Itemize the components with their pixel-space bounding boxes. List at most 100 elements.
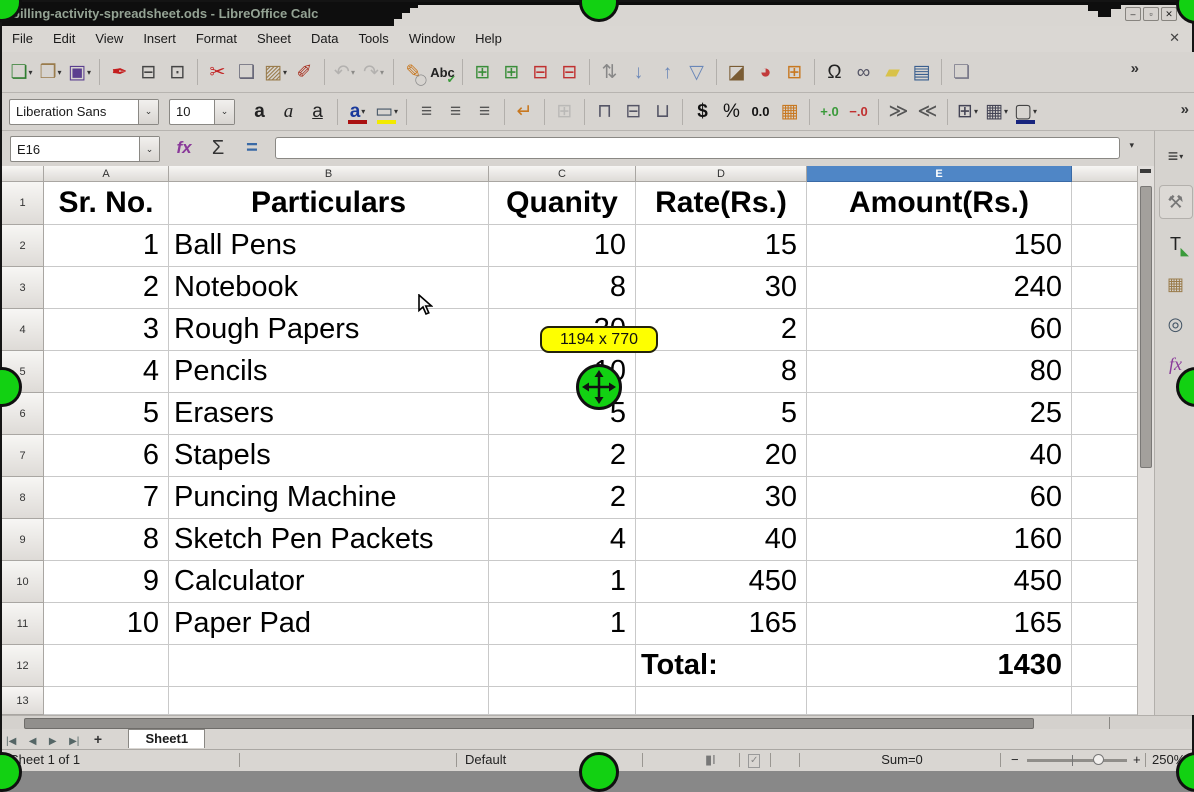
cell-filler-13[interactable] xyxy=(1072,687,1137,715)
column-header-b[interactable]: B xyxy=(169,166,489,182)
selection-mode-icon[interactable]: ▮Ι xyxy=(705,750,716,770)
row-header-2[interactable]: 2 xyxy=(2,225,44,267)
chevron-down-icon[interactable]: ▾ xyxy=(58,68,62,77)
format-date-icon[interactable]: ▦ xyxy=(775,97,804,127)
cell-A8[interactable]: 7 xyxy=(44,477,169,519)
cell-E7[interactable]: 40 xyxy=(807,435,1072,477)
chevron-down-icon[interactable]: ▾ xyxy=(361,107,365,116)
cell-E10[interactable]: 450 xyxy=(807,561,1072,603)
align-left-icon[interactable]: ≡ xyxy=(412,97,441,127)
minimize-button[interactable]: – xyxy=(1125,7,1141,21)
toolbar-overflow-icon[interactable]: » xyxy=(1131,60,1139,77)
cell-D11[interactable]: 165 xyxy=(636,603,807,645)
cell-A6[interactable]: 5 xyxy=(44,393,169,435)
row-header-6[interactable]: 6 xyxy=(2,393,44,435)
undo-icon[interactable]: ↶▾ xyxy=(330,57,359,87)
cell-C6[interactable]: 5 xyxy=(489,393,636,435)
headers-footers-icon[interactable]: ▤ xyxy=(907,57,936,87)
cell-filler-10[interactable] xyxy=(1072,561,1137,603)
spelling-icon[interactable]: Abc✔ xyxy=(428,57,457,87)
row-header-13[interactable]: 13 xyxy=(2,687,44,715)
chevron-down-icon[interactable]: ▾ xyxy=(87,68,91,77)
cell-E6[interactable]: 25 xyxy=(807,393,1072,435)
cell-C8[interactable]: 2 xyxy=(489,477,636,519)
decrease-indent-icon[interactable]: ≪ xyxy=(913,97,942,127)
document-modified-icon[interactable]: ✓ xyxy=(748,754,760,768)
maximize-button[interactable]: ▫ xyxy=(1143,7,1159,21)
cell-A2[interactable]: 1 xyxy=(44,225,169,267)
function-wizard-icon[interactable]: fx xyxy=(170,134,198,162)
menu-item-file[interactable]: File xyxy=(2,26,43,51)
cell-A3[interactable]: 2 xyxy=(44,267,169,309)
cell-E13[interactable] xyxy=(807,687,1072,715)
save-icon[interactable]: ▣▾ xyxy=(65,57,94,87)
menu-item-data[interactable]: Data xyxy=(301,26,348,51)
close-document-icon[interactable]: ✕ xyxy=(1169,30,1180,46)
special-character-icon[interactable]: Ω xyxy=(820,57,849,87)
chevron-down-icon[interactable]: ⌄ xyxy=(214,100,234,124)
zoom-level[interactable]: 250% xyxy=(1152,750,1185,770)
tab-sheet1[interactable]: Sheet1 xyxy=(128,729,205,748)
bold-icon[interactable]: a xyxy=(245,97,274,127)
add-decimal-icon[interactable]: +.0 xyxy=(815,97,844,127)
cell-E2[interactable]: 150 xyxy=(807,225,1072,267)
open-icon[interactable]: ❒▾ xyxy=(36,57,65,87)
chevron-down-icon[interactable]: ▾ xyxy=(351,68,355,77)
cell-D6[interactable]: 5 xyxy=(636,393,807,435)
cell-C2[interactable]: 10 xyxy=(489,225,636,267)
split-window-handle[interactable] xyxy=(1140,169,1151,173)
cell-D9[interactable]: 40 xyxy=(636,519,807,561)
cell-A4[interactable]: 3 xyxy=(44,309,169,351)
row-header-3[interactable]: 3 xyxy=(2,267,44,309)
define-print-area-icon[interactable]: ❏ xyxy=(947,57,976,87)
cell-filler-12[interactable] xyxy=(1072,645,1137,687)
menu-item-insert[interactable]: Insert xyxy=(133,26,186,51)
align-center-icon[interactable]: ≡ xyxy=(441,97,470,127)
cell-D4[interactable]: 2 xyxy=(636,309,807,351)
menu-item-tools[interactable]: Tools xyxy=(348,26,398,51)
cell-D10[interactable]: 450 xyxy=(636,561,807,603)
insert-comment-icon[interactable]: ▰ xyxy=(878,57,907,87)
cell-E9[interactable]: 160 xyxy=(807,519,1072,561)
cell-B2[interactable]: Ball Pens xyxy=(169,225,489,267)
delete-column-icon[interactable]: ⊟ xyxy=(555,57,584,87)
row-header-4[interactable]: 4 xyxy=(2,309,44,351)
cell-filler-1[interactable] xyxy=(1072,182,1137,225)
delete-decimal-icon[interactable]: −.0 xyxy=(844,97,873,127)
close-button[interactable]: ✕ xyxy=(1161,7,1177,21)
cell-B12[interactable] xyxy=(169,645,489,687)
insert-hyperlink-icon[interactable]: ∞ xyxy=(849,57,878,87)
column-header-a[interactable]: A xyxy=(44,166,169,182)
cell-D13[interactable] xyxy=(636,687,807,715)
menu-item-window[interactable]: Window xyxy=(399,26,465,51)
cell-B5[interactable]: Pencils xyxy=(169,351,489,393)
font-name-combobox[interactable]: Liberation Sans ⌄ xyxy=(9,99,159,125)
cell-C9[interactable]: 4 xyxy=(489,519,636,561)
zoom-out-icon[interactable]: − xyxy=(1011,750,1019,770)
new-document-icon[interactable]: ❏▾ xyxy=(7,57,36,87)
chevron-down-icon[interactable]: ▾ xyxy=(283,68,287,77)
cell-C12[interactable] xyxy=(489,645,636,687)
cell-E12[interactable]: 1430 xyxy=(807,645,1072,687)
chevron-down-icon[interactable]: ▾ xyxy=(1033,107,1037,116)
cell-C7[interactable]: 2 xyxy=(489,435,636,477)
cell-filler-2[interactable] xyxy=(1072,225,1137,267)
cell-filler-9[interactable] xyxy=(1072,519,1137,561)
formula-input[interactable] xyxy=(275,137,1120,159)
cell-B1[interactable]: Particulars xyxy=(169,182,489,225)
print-preview-icon[interactable]: ⊡ xyxy=(163,57,192,87)
sidebar-settings-icon[interactable]: ≡▾ xyxy=(1161,141,1190,171)
chevron-down-icon[interactable]: ▾ xyxy=(1004,107,1008,116)
copy-icon[interactable]: ❑ xyxy=(232,57,261,87)
cell-E1[interactable]: Amount(Rs.) xyxy=(807,182,1072,225)
cell-E3[interactable]: 240 xyxy=(807,267,1072,309)
clone-formatting-icon[interactable]: ✐ xyxy=(290,57,319,87)
chevron-down-icon[interactable]: ▾ xyxy=(29,68,33,77)
export-pdf-icon[interactable]: ✒ xyxy=(105,57,134,87)
cell-filler-4[interactable] xyxy=(1072,309,1137,351)
cell-C5[interactable]: 10 xyxy=(489,351,636,393)
delete-row-icon[interactable]: ⊟ xyxy=(526,57,555,87)
chevron-down-icon[interactable]: ▾ xyxy=(1179,152,1183,161)
sort-descending-icon[interactable]: ↑ xyxy=(653,57,682,87)
format-percent-icon[interactable]: % xyxy=(717,97,746,127)
